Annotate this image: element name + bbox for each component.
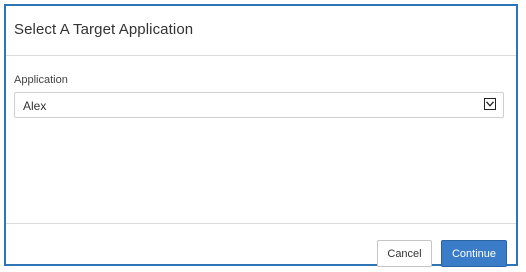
application-select-value: Alex <box>23 99 47 113</box>
application-label: Application <box>14 74 68 86</box>
cancel-button[interactable]: Cancel <box>377 240 432 267</box>
application-select[interactable]: Alex <box>14 92 504 118</box>
dialog-body: Application Alex <box>6 56 516 224</box>
dialog-title: Select A Target Application <box>14 21 194 38</box>
dialog-footer: Cancel Continue <box>6 224 516 267</box>
select-target-application-dialog: Select A Target Application Application … <box>4 4 518 267</box>
dialog-header: Select A Target Application <box>6 6 516 56</box>
chevron-down-icon[interactable] <box>484 98 496 110</box>
continue-button[interactable]: Continue <box>441 240 507 267</box>
